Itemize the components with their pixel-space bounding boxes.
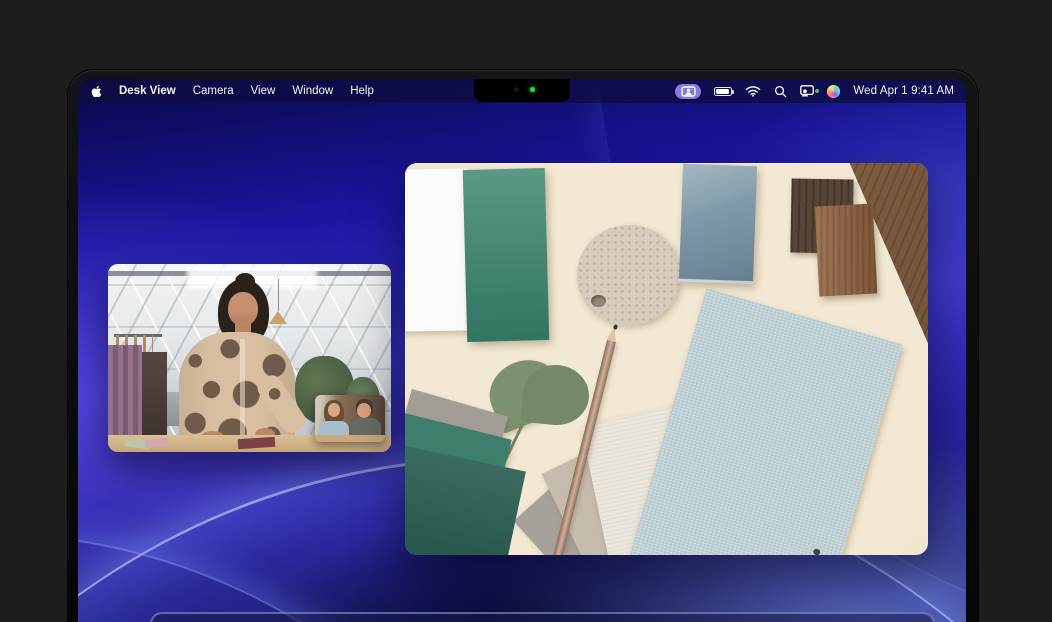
background-window-edge[interactable] (150, 612, 935, 622)
apple-menu-icon[interactable] (91, 85, 102, 98)
desk-view-status-pill[interactable] (675, 84, 701, 99)
blouse-placket (240, 339, 246, 444)
menu-bar-clock[interactable]: Wed Apr 1 9:41 AM (853, 85, 954, 97)
woman-face (228, 292, 258, 326)
pip-man-face (357, 403, 371, 418)
spotlight-search-icon[interactable] (774, 85, 787, 98)
presence-green-dot (815, 89, 819, 93)
presenter-overlay-icon[interactable] (800, 85, 814, 97)
battery-icon[interactable] (714, 87, 732, 96)
pendant-lamp (269, 311, 287, 324)
menu-camera[interactable]: Camera (193, 85, 234, 97)
pip-woman-face (328, 403, 340, 417)
pip-table (315, 435, 385, 442)
siri-icon[interactable] (827, 85, 840, 98)
wifi-icon[interactable] (745, 85, 761, 97)
desk-chip-pink (144, 438, 168, 450)
camera-active-indicator (530, 87, 535, 92)
facetime-video-window[interactable] (108, 264, 391, 452)
desk-view-window[interactable] (405, 163, 928, 555)
menu-app-name[interactable]: Desk View (119, 85, 176, 97)
menu-view[interactable]: View (251, 85, 276, 97)
camera-lens (514, 87, 519, 92)
facetime-pip-self-view[interactable] (315, 395, 385, 442)
macbook-frame: Desk View Camera View Window Help (68, 70, 978, 622)
menu-window[interactable]: Window (292, 85, 333, 97)
desktop-photo-backdrop: Desk View Camera View Window Help (0, 0, 1052, 622)
desk-chip-maroon (238, 436, 275, 449)
desk-view-vignette (405, 163, 928, 555)
display-notch (474, 79, 570, 102)
menu-help[interactable]: Help (350, 85, 374, 97)
macbook-screen: Desk View Camera View Window Help (78, 79, 966, 622)
lamp-cord (278, 279, 279, 311)
